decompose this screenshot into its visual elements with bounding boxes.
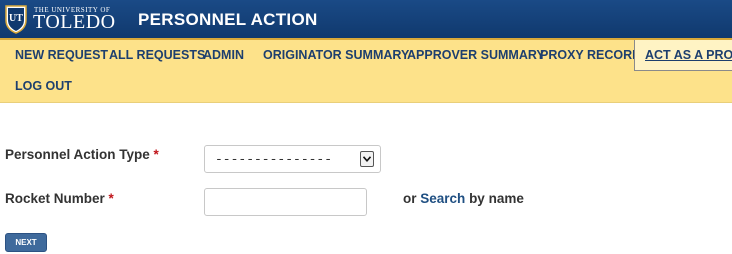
required-marker: *	[153, 147, 159, 162]
nav-admin[interactable]: ADMIN	[203, 48, 244, 62]
header-bar: UT THE UNIVERSITY OF TOLEDO PERSONNEL AC…	[0, 0, 732, 40]
nav-log-out[interactable]: LOG OUT	[15, 79, 72, 93]
required-marker: *	[108, 191, 114, 206]
logo-monogram: UT	[9, 13, 23, 24]
personnel-action-type-label: Personnel Action Type *	[5, 147, 159, 162]
nav-act-as-proxy[interactable]: ACT AS A PROXY	[634, 40, 732, 71]
university-name: TOLEDO	[33, 11, 116, 33]
rocket-number-label: Rocket Number *	[5, 191, 114, 206]
search-link[interactable]: Search	[420, 191, 465, 206]
nav-all-requests[interactable]: ALL REQUESTS	[109, 48, 205, 62]
main-nav: NEW REQUEST ALL REQUESTS ADMIN ORIGINATO…	[0, 40, 732, 103]
nav-originator-summary[interactable]: ORIGINATOR SUMMARY	[263, 48, 409, 62]
nav-new-request[interactable]: NEW REQUEST	[15, 48, 108, 62]
rocket-number-input[interactable]	[204, 188, 367, 216]
chevron-down-icon[interactable]	[360, 151, 374, 167]
next-button[interactable]: NEXT	[5, 233, 47, 252]
personnel-action-type-select[interactable]: ---------------	[204, 145, 381, 173]
nav-act-as-proxy-label: ACT AS A PROXY	[645, 48, 732, 62]
app-title: PERSONNEL ACTION	[138, 10, 318, 29]
search-by-name-text: or Search by name	[403, 191, 524, 206]
select-value: ---------------	[215, 152, 333, 167]
nav-approver-summary[interactable]: APPROVER SUMMARY	[407, 48, 545, 62]
university-logo[interactable]: UT THE UNIVERSITY OF TOLEDO	[4, 4, 122, 34]
